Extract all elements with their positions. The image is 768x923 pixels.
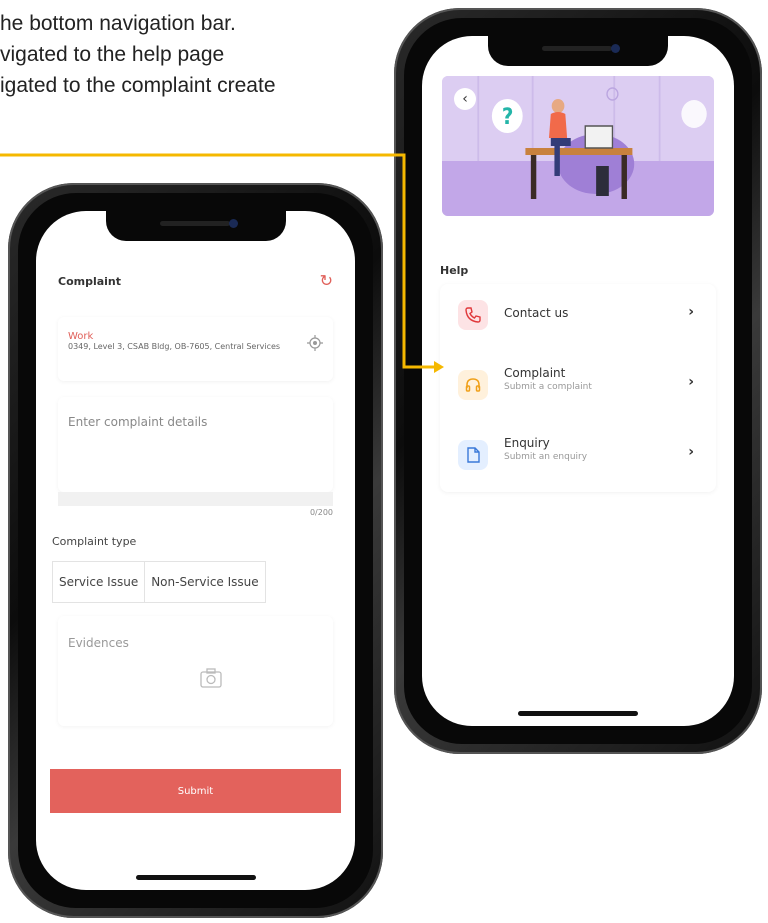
help-item-enquiry[interactable]: Enquiry Submit an enquiry › (440, 424, 716, 484)
phone-bezel: Complaint ↻ Work 0349, Level 3, CSAB Bld… (18, 193, 373, 908)
complaint-type-label: Complaint type (52, 535, 137, 548)
help-item-subtitle: Submit an enquiry (504, 452, 588, 462)
phone-notch (105, 211, 286, 241)
chevron-right-icon: › (688, 374, 694, 390)
phone-bezel: ? ‹ Help Contact us › Complaint Submit a… (404, 18, 752, 744)
help-item-subtitle: Submit a complaint (504, 382, 592, 392)
complaint-details-input[interactable]: Enter complaint details (58, 397, 333, 492)
chevron-right-icon: › (688, 304, 694, 320)
chevron-right-icon: › (688, 444, 694, 460)
phone-icon (458, 300, 488, 330)
headphones-icon (458, 370, 488, 400)
non-service-issue-option[interactable]: Non-Service Issue (145, 562, 264, 602)
help-item-title: Enquiry (504, 436, 550, 450)
evidences-upload[interactable]: Evidences (58, 616, 333, 726)
complaint-details-placeholder: Enter complaint details (68, 415, 208, 429)
help-desk-illustration: ? (442, 76, 714, 216)
character-count: 0/200 (309, 508, 333, 517)
svg-text:?: ? (502, 104, 514, 129)
home-indicator[interactable] (518, 711, 638, 716)
help-banner-illustration: ? ‹ (442, 76, 714, 216)
help-item-title: Complaint (504, 366, 566, 380)
submit-button[interactable]: Submit (50, 769, 341, 813)
complaint-header: Complaint ↻ (58, 267, 333, 297)
caption-line-1: he bottom navigation bar. (0, 12, 236, 35)
home-indicator[interactable] (135, 875, 256, 880)
location-target-icon[interactable] (307, 335, 323, 351)
back-button[interactable]: ‹ (454, 88, 476, 110)
evidences-label: Evidences (68, 636, 129, 650)
complaint-screen: Complaint ↻ Work 0349, Level 3, CSAB Bld… (36, 211, 355, 890)
caption-line-3: igated to the complaint create (0, 74, 276, 97)
phone-help: ? ‹ Help Contact us › Complaint Submit a… (394, 8, 762, 754)
phone-complaint: Complaint ↻ Work 0349, Level 3, CSAB Bld… (8, 183, 383, 918)
help-item-contact-us[interactable]: Contact us › (440, 284, 716, 344)
help-options-card: Contact us › Complaint Submit a complain… (440, 284, 716, 492)
refresh-icon[interactable]: ↻ (320, 271, 333, 290)
details-divider (58, 492, 333, 506)
complaint-type-selector: Service Issue Non-Service Issue (52, 561, 266, 603)
document-icon (458, 440, 488, 470)
caption-line-2: vigated to the help page (0, 43, 225, 66)
help-item-complaint[interactable]: Complaint Submit a complaint › (440, 354, 716, 414)
address-text: 0349, Level 3, CSAB Bldg, OB-7605, Centr… (68, 342, 281, 351)
page-title: Help (440, 264, 469, 277)
service-issue-option[interactable]: Service Issue (53, 562, 146, 602)
help-screen: ? ‹ Help Contact us › Complaint Submit a… (422, 36, 734, 726)
page-title: Complaint (58, 275, 122, 288)
address-label: Work (68, 331, 94, 342)
caption: he bottom navigation bar. vigated to the… (0, 8, 380, 101)
camera-icon[interactable] (200, 668, 222, 688)
help-item-title: Contact us (504, 306, 569, 320)
address-card[interactable]: Work 0349, Level 3, CSAB Bldg, OB-7605, … (58, 317, 333, 381)
phone-notch (488, 36, 668, 66)
